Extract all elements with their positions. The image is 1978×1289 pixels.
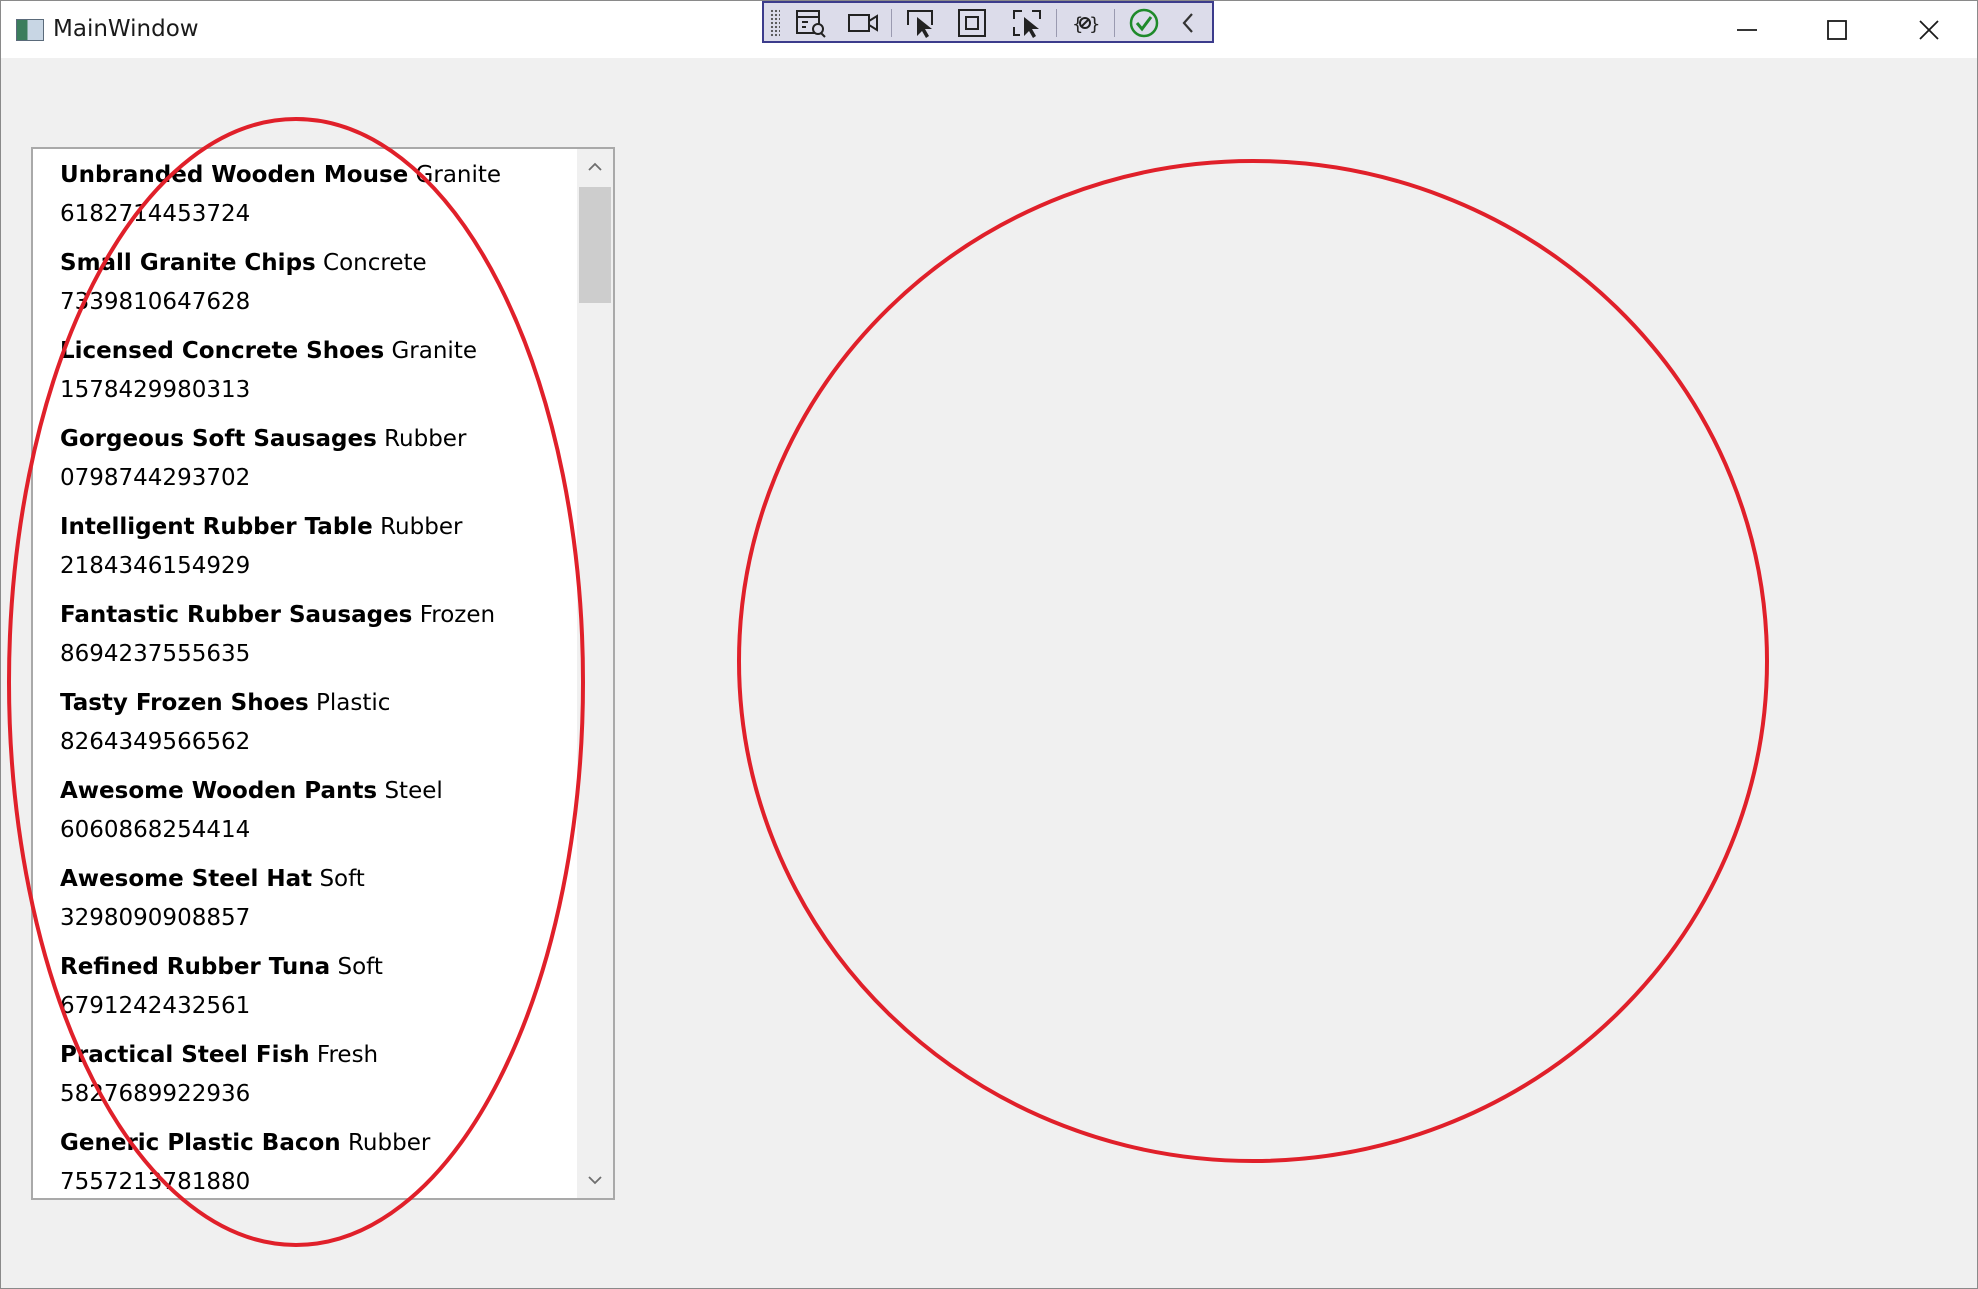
item-header: Fantastic Rubber Sausages Frozen [60, 602, 495, 628]
item-code: 1578429980313 [60, 377, 251, 403]
toolbar-separator [1056, 9, 1057, 37]
select-element-icon[interactable] [904, 7, 938, 39]
maximize-button[interactable] [1791, 1, 1883, 58]
minimize-button[interactable] [1701, 1, 1793, 58]
item-name: Fantastic Rubber Sausages [60, 602, 413, 628]
item-name: Awesome Wooden Pants [60, 778, 378, 804]
item-code: 5827689922936 [60, 1081, 251, 1107]
item-code: 2184346154929 [60, 553, 251, 579]
toolbar-separator [891, 9, 892, 37]
collapse-toolbar-icon[interactable] [1172, 7, 1206, 39]
list-item[interactable]: Intelligent Rubber Table Rubber 218434615… [60, 501, 570, 589]
product-listbox[interactable]: Unbranded Wooden Mouse Granite 6182714453… [31, 147, 615, 1200]
item-header: Intelligent Rubber Table Rubber [60, 514, 462, 540]
list-item[interactable]: Small Granite Chips Concrete 733981064762… [60, 237, 570, 325]
app-icon [16, 19, 44, 41]
item-name: Practical Steel Fish [60, 1042, 310, 1068]
item-code: 3298090908857 [60, 905, 251, 931]
item-code: 7339810647628 [60, 289, 251, 315]
list-item[interactable]: Awesome Steel Hat Soft 3298090908857 [60, 853, 570, 941]
item-name: Gorgeous Soft Sausages [60, 426, 377, 452]
list-item[interactable]: Unbranded Wooden Mouse Granite 6182714453… [60, 149, 570, 237]
item-header: Practical Steel Fish Fresh [60, 1042, 378, 1068]
debug-toolbar: { } [762, 1, 1214, 43]
list-item[interactable]: Practical Steel Fish Fresh 5827689922936 [60, 1029, 570, 1117]
list-item[interactable]: Generic Plastic Bacon Rubber 755721378188… [60, 1117, 570, 1198]
go-to-live-visual-tree-icon[interactable] [794, 7, 828, 39]
toolbar-grip[interactable] [770, 9, 780, 37]
item-name: Refined Rubber Tuna [60, 954, 331, 980]
item-material: Soft [319, 866, 365, 892]
item-name: Generic Plastic Bacon [60, 1130, 341, 1156]
record-icon[interactable] [846, 7, 880, 39]
main-window: MainWindow {} Unbranded Wooden Mouse Gr… [0, 0, 1978, 1289]
item-header: Unbranded Wooden Mouse Granite [60, 162, 501, 188]
item-code: 6791242432561 [60, 993, 251, 1019]
item-header: Licensed Concrete Shoes Granite [60, 338, 477, 364]
svg-text:{: { [1072, 14, 1083, 35]
item-material: Frozen [419, 602, 496, 628]
list-item[interactable]: Licensed Concrete Shoes Granite 157842998… [60, 325, 570, 413]
item-name: Licensed Concrete Shoes [60, 338, 385, 364]
track-focused-element-icon[interactable] [1010, 7, 1044, 39]
list-item[interactable]: Tasty Frozen Shoes Plastic 8264349566562 [60, 677, 570, 765]
item-header: Awesome Wooden Pants Steel [60, 778, 443, 804]
minimize-icon [1737, 28, 1757, 31]
item-material: Rubber [384, 426, 467, 452]
scroll-up-button[interactable] [577, 149, 613, 185]
chevron-down-icon [588, 1176, 602, 1185]
item-code: 8264349566562 [60, 729, 251, 755]
item-code: 6182714453724 [60, 201, 251, 227]
vertical-scrollbar[interactable] [577, 149, 613, 1198]
toolbar-separator [1114, 9, 1115, 37]
window-title: MainWindow [53, 16, 199, 42]
item-header: Generic Plastic Bacon Rubber [60, 1130, 430, 1156]
item-material: Soft [337, 954, 383, 980]
list-item[interactable]: Gorgeous Soft Sausages Rubber 07987442937… [60, 413, 570, 501]
item-material: Plastic [316, 690, 391, 716]
item-material: Granite [391, 338, 477, 364]
item-name: Awesome Steel Hat [60, 866, 313, 892]
binding-failures-icon[interactable]: { } [1068, 7, 1102, 39]
scroll-down-button[interactable] [577, 1162, 613, 1198]
list-item[interactable]: Fantastic Rubber Sausages Frozen 86942375… [60, 589, 570, 677]
list-item[interactable]: Refined Rubber Tuna Soft 6791242432561 [60, 941, 570, 1029]
item-code: 0798744293702 [60, 465, 251, 491]
item-code: 7557213781880 [60, 1169, 251, 1195]
hot-reload-ok-icon[interactable] [1128, 7, 1162, 39]
item-material: Fresh [316, 1042, 379, 1068]
close-icon [1919, 19, 1939, 40]
maximize-icon [1827, 19, 1847, 40]
scroll-thumb[interactable] [579, 187, 611, 303]
chevron-up-icon [588, 162, 602, 171]
item-name: Small Granite Chips [60, 250, 316, 276]
item-material: Steel [384, 778, 443, 804]
item-header: Tasty Frozen Shoes Plastic [60, 690, 390, 716]
item-code: 6060868254414 [60, 817, 251, 843]
item-header: Awesome Steel Hat Soft [60, 866, 365, 892]
close-button[interactable] [1883, 1, 1975, 58]
item-material: Rubber [347, 1130, 431, 1156]
list-item[interactable]: Awesome Wooden Pants Steel 6060868254414 [60, 765, 570, 853]
item-name: Intelligent Rubber Table [60, 514, 373, 540]
display-layout-adorners-icon[interactable] [956, 7, 990, 39]
item-material: Granite [415, 162, 502, 188]
item-name: Unbranded Wooden Mouse [60, 162, 409, 188]
item-name: Tasty Frozen Shoes [60, 690, 309, 716]
item-header: Small Granite Chips Concrete [60, 250, 427, 276]
item-material: Rubber [380, 514, 463, 540]
item-material: Concrete [323, 250, 427, 276]
item-code: 8694237555635 [60, 641, 251, 667]
item-header: Gorgeous Soft Sausages Rubber [60, 426, 466, 452]
item-header: Refined Rubber Tuna Soft [60, 954, 383, 980]
